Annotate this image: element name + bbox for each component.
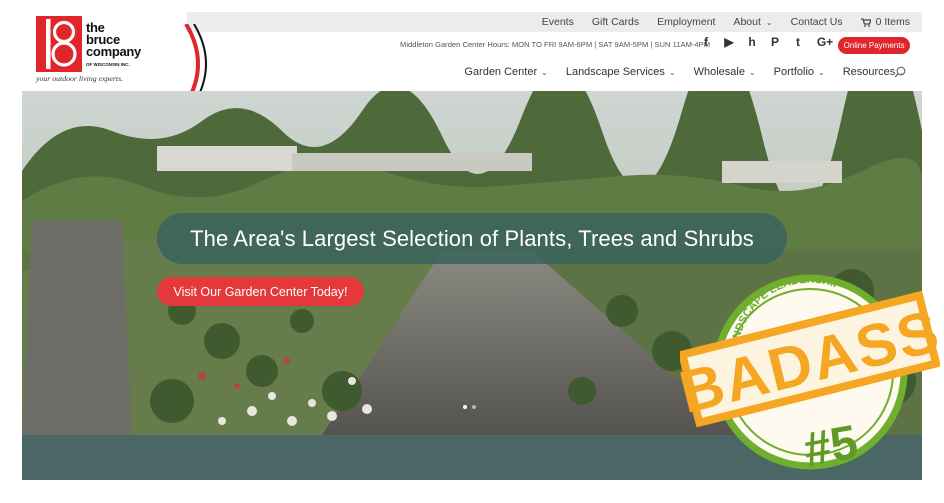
top-link-events[interactable]: Events: [542, 16, 574, 28]
cart-link[interactable]: 0 Items: [860, 16, 910, 28]
youtube-icon[interactable]: ▶: [723, 35, 735, 49]
top-link-gift-cards[interactable]: Gift Cards: [592, 16, 639, 28]
slider-dots: [463, 405, 476, 409]
chevron-down-icon: ⌄: [818, 67, 825, 77]
google-plus-icon[interactable]: G+: [815, 35, 835, 49]
logo-mark: [36, 16, 82, 72]
slider-dot-2[interactable]: [472, 405, 476, 409]
visit-garden-center-button[interactable]: Visit Our Garden Center Today!: [157, 277, 364, 306]
top-link-contact[interactable]: Contact Us: [791, 16, 843, 28]
search-icon[interactable]: [894, 66, 906, 78]
chevron-down-icon: ⌄: [541, 67, 548, 77]
twitter-icon[interactable]: t: [792, 35, 804, 49]
company-logo[interactable]: the bruce company OF WISCONSIN INC. your…: [34, 14, 207, 106]
main-nav: Garden Center ⌄ Landscape Services ⌄ Whole…: [464, 66, 906, 78]
cart-count: 0 Items: [875, 16, 910, 28]
hero-headline: The Area's Largest Selection of Plants, …: [157, 213, 787, 264]
logo-name: the bruce company: [86, 20, 141, 59]
garden-center-hours: Middleton Garden Center Hours: MON TO FR…: [400, 40, 711, 49]
nav-item-wholesale[interactable]: Wholesale ⌄: [694, 66, 756, 78]
badass-badge: LANDSCAPE LEADERSHIP BADASS #5: [680, 274, 940, 477]
slider-dot-1[interactable]: [463, 405, 467, 409]
facebook-icon[interactable]: f: [700, 35, 712, 49]
top-nav: Events Gift Cards Employment About ⌄ Con…: [542, 12, 910, 32]
nav-item-landscape-services[interactable]: Landscape Services ⌄: [566, 66, 676, 78]
social-links: f ▶ h P t G+: [700, 35, 835, 49]
chevron-down-icon: ⌄: [668, 67, 676, 77]
badge-rank: #5: [800, 416, 862, 477]
logo-subtitle: OF WISCONSIN INC.: [86, 62, 130, 67]
nav-item-garden-center[interactable]: Garden Center ⌄: [464, 66, 547, 78]
top-link-employment[interactable]: Employment: [657, 16, 715, 28]
cart-icon: [860, 17, 871, 27]
top-link-about[interactable]: About ⌄: [733, 16, 772, 28]
logo-tagline: your outdoor living experts.: [36, 74, 124, 83]
houzz-icon[interactable]: h: [746, 35, 758, 49]
chevron-down-icon: ⌄: [765, 17, 773, 27]
page: Events Gift Cards Employment About ⌄ Con…: [0, 0, 944, 503]
top-utility-bar: Events Gift Cards Employment About ⌄ Con…: [187, 12, 922, 32]
pinterest-icon[interactable]: P: [769, 35, 781, 49]
top-link-about-label: About: [733, 16, 761, 28]
online-payments-button[interactable]: Online Payments: [838, 37, 910, 54]
chevron-down-icon: ⌄: [748, 67, 756, 77]
nav-item-portfolio[interactable]: Portfolio ⌄: [774, 66, 825, 78]
